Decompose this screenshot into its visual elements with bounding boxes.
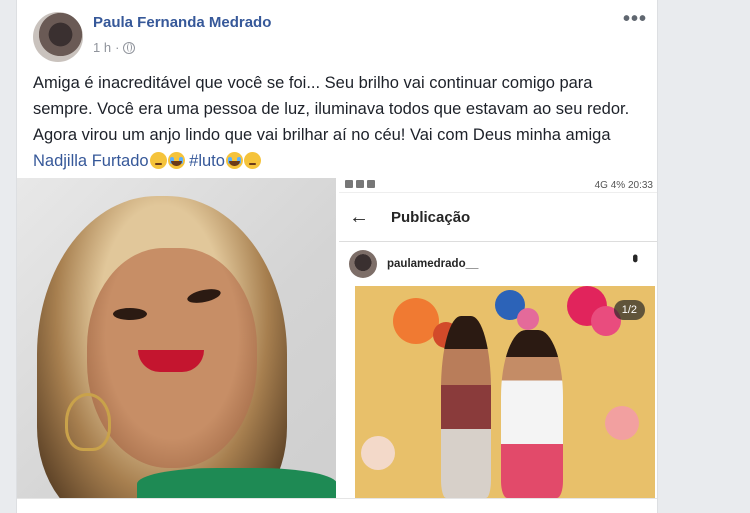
- tagged-friend-link[interactable]: Nadjilla Furtado: [33, 152, 149, 170]
- hashtag-link[interactable]: #luto: [189, 152, 225, 170]
- app-bar-title: Publicação: [391, 208, 471, 226]
- post-card: Paula Fernanda Medrado 1 h · ••• Amiga é…: [16, 0, 658, 513]
- post-text: Amiga é inacreditável que você se foi...…: [33, 70, 643, 174]
- flower-decoration: [393, 298, 439, 344]
- author-name[interactable]: Paula Fernanda Medrado: [93, 14, 271, 31]
- instagram-post-header: paulamedrado__ •••: [339, 242, 657, 286]
- photo-portrait[interactable]: [17, 178, 336, 498]
- flower-decoration: [517, 308, 539, 330]
- shirt-shape: [137, 468, 336, 498]
- instagram-photo: 1/2: [355, 286, 655, 498]
- phone-status-bar: 4G 4% 20:33: [339, 178, 657, 193]
- left-eye: [113, 308, 147, 320]
- post-time[interactable]: 1 h: [93, 40, 111, 55]
- instagram-username[interactable]: paulamedrado__: [387, 258, 478, 270]
- instagram-avatar[interactable]: [349, 250, 377, 278]
- crying-face-icon: [167, 152, 185, 169]
- photo-screenshot[interactable]: 4G 4% 20:33 ← Publicação paulamedrado__ …: [339, 178, 657, 498]
- sad-face-icon: [149, 152, 167, 169]
- flower-decoration: [361, 436, 395, 470]
- back-arrow-icon[interactable]: ←: [349, 206, 373, 229]
- status-left-icons: [345, 179, 378, 191]
- status-right: 4G 4% 20:33: [594, 179, 653, 191]
- reactions-bar: [17, 498, 657, 513]
- more-options-button[interactable]: •••: [623, 8, 647, 31]
- post-meta: 1 h ·: [93, 40, 136, 55]
- flower-decoration: [605, 406, 639, 440]
- post-body: Amiga é inacreditável que você se foi...…: [33, 74, 630, 144]
- vertical-dots-icon[interactable]: •••: [625, 254, 643, 259]
- person-left: [441, 316, 491, 498]
- person-right: [501, 330, 563, 498]
- earring-shape: [65, 393, 111, 451]
- meta-separator: ·: [115, 40, 120, 55]
- globe-icon: [123, 41, 136, 54]
- carousel-counter: 1/2: [613, 300, 645, 320]
- author-avatar[interactable]: [33, 12, 83, 62]
- crying-face-icon: [225, 152, 243, 169]
- app-bar: ← Publicação: [339, 193, 657, 242]
- sad-face-icon: [243, 152, 261, 169]
